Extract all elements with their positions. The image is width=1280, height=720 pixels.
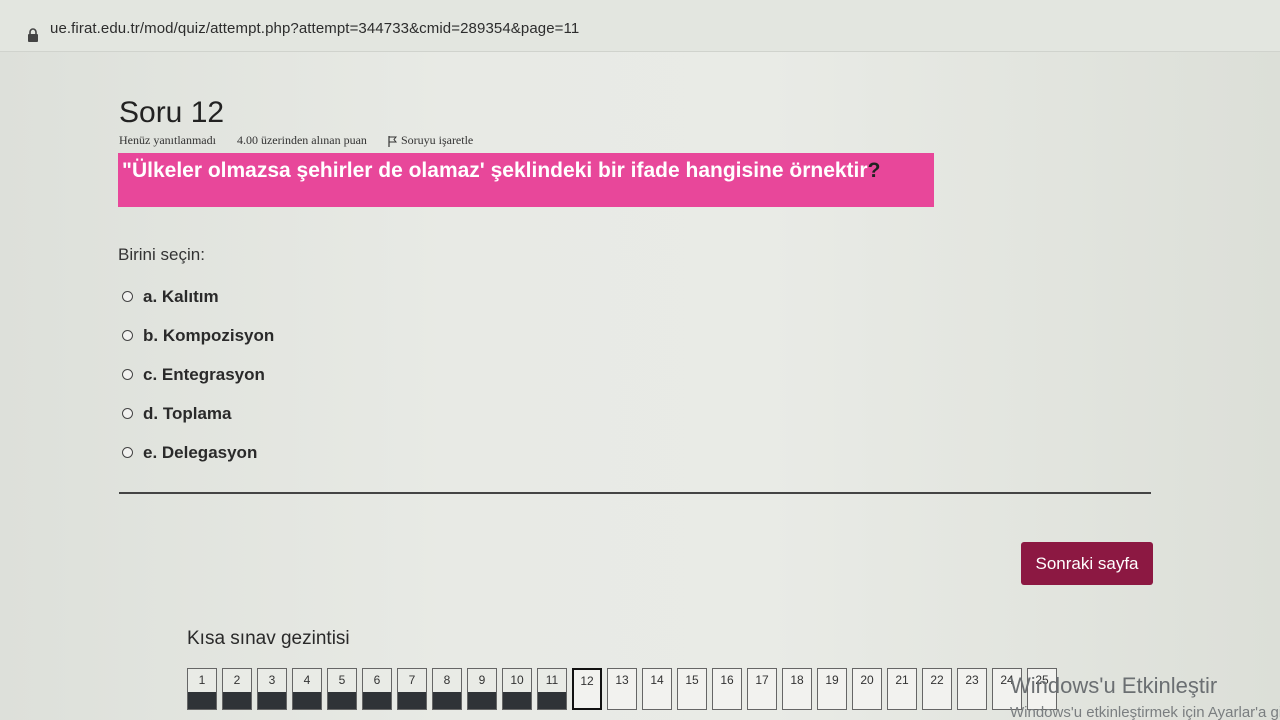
radio-button[interactable]: [122, 330, 133, 341]
quiz-nav-number: 18: [790, 673, 804, 687]
option-label[interactable]: b. Kompozisyon: [143, 326, 274, 346]
quiz-nav-number: 1: [198, 673, 206, 687]
quiz-nav-number: 15: [685, 673, 699, 687]
next-page-button[interactable]: Sonraki sayfa: [1021, 542, 1153, 585]
answered-indicator: [468, 692, 496, 709]
question-text-main: "Ülkeler olmazsa şehirler de olamaz' şek…: [122, 159, 868, 182]
quiz-nav-button[interactable]: 13: [607, 668, 637, 710]
option-b[interactable]: b. Kompozisyon: [122, 316, 274, 355]
radio-button[interactable]: [122, 408, 133, 419]
quiz-nav-number: 5: [338, 673, 346, 687]
quiz-nav-button[interactable]: 20: [852, 668, 882, 710]
option-label[interactable]: d. Toplama: [143, 404, 231, 424]
quiz-nav-button[interactable]: 9: [467, 668, 497, 710]
answered-indicator: [258, 692, 286, 709]
quiz-nav-button[interactable]: 16: [712, 668, 742, 710]
option-e[interactable]: e. Delegasyon: [122, 433, 274, 472]
option-label[interactable]: c. Entegrasyon: [143, 365, 265, 385]
flag-question-label: Soruyu işaretle: [400, 133, 474, 147]
quiz-navigation: 1 2 3 4 5 6 7 8 9 10 11 12 13 14 15 16 17 18 19 20 21 22 23 24 2…: [187, 668, 1062, 710]
quiz-nav-number: 20: [860, 673, 874, 687]
radio-button[interactable]: [122, 291, 133, 302]
windows-activation-subtitle: Windows'u etkinleştirmek için Ayarlar'a …: [1010, 704, 1280, 720]
question-status: Henüz yanıtlanmadı: [119, 133, 216, 147]
answered-indicator: [223, 692, 251, 709]
quiz-nav-number: 6: [373, 673, 381, 687]
radio-button[interactable]: [122, 369, 133, 380]
browser-address-bar[interactable]: ue.firat.edu.tr/mod/quiz/attempt.php?att…: [0, 0, 1280, 52]
question-mark: ?: [867, 159, 881, 182]
quiz-nav-button[interactable]: 4: [292, 668, 322, 710]
answered-indicator: [363, 692, 391, 709]
quiz-nav-button[interactable]: 18: [782, 668, 812, 710]
question-points: 4.00 üzerinden alınan puan: [236, 133, 367, 147]
quiz-nav-number: 23: [965, 673, 979, 687]
quiz-nav-button[interactable]: 11: [537, 668, 567, 710]
quiz-nav-number: 4: [303, 673, 311, 687]
quiz-nav-button[interactable]: 6: [362, 668, 392, 710]
answered-indicator: [293, 692, 321, 709]
quiz-nav-number: 16: [720, 673, 734, 687]
answer-options: a. Kalıtım b. Kompozisyon c. Entegrasyon…: [122, 277, 274, 472]
lock-icon: [28, 28, 38, 42]
answered-indicator: [433, 692, 461, 709]
quiz-nav-number: 10: [510, 673, 524, 687]
windows-activation-watermark: Windows'u Etkinleştir: [1010, 673, 1218, 698]
quiz-nav-number: 12: [580, 674, 594, 688]
answered-indicator: [398, 692, 426, 709]
quiz-nav-number: 7: [408, 673, 416, 687]
url-text[interactable]: ue.firat.edu.tr/mod/quiz/attempt.php?att…: [50, 20, 579, 37]
quiz-nav-button[interactable]: 5: [327, 668, 357, 710]
quiz-nav-button[interactable]: 10: [502, 668, 532, 710]
answered-indicator: [538, 692, 566, 709]
quiz-nav-button[interactable]: 22: [922, 668, 952, 710]
quiz-nav-button[interactable]: 1: [187, 668, 217, 710]
quiz-nav-number: 14: [650, 673, 664, 687]
flag-question-link[interactable]: Soruyu işaretle: [388, 133, 473, 148]
quiz-nav-button[interactable]: 12: [572, 668, 602, 710]
option-label[interactable]: a. Kalıtım: [143, 287, 219, 307]
quiz-nav-button[interactable]: 19: [817, 668, 847, 710]
quiz-nav-button[interactable]: 7: [397, 668, 427, 710]
quiz-nav-button[interactable]: 14: [642, 668, 672, 710]
quiz-nav-button[interactable]: 21: [887, 668, 917, 710]
divider: [119, 492, 1151, 494]
answered-indicator: [328, 692, 356, 709]
quiz-nav-number: 9: [478, 673, 486, 687]
quiz-nav-number: 11: [545, 673, 559, 687]
answered-indicator: [188, 692, 216, 709]
quiz-nav-number: 21: [895, 673, 909, 687]
quiz-nav-number: 22: [930, 673, 944, 687]
question-title: Soru 12: [119, 96, 225, 129]
quiz-nav-button[interactable]: 3: [257, 668, 287, 710]
option-label[interactable]: e. Delegasyon: [143, 443, 257, 463]
quiz-nav-number: 13: [615, 673, 629, 687]
answered-indicator: [503, 692, 531, 709]
quiz-nav-number: 2: [233, 673, 241, 687]
quiz-nav-number: 3: [268, 673, 276, 687]
question-text: "Ülkeler olmazsa şehirler de olamaz' şek…: [118, 153, 934, 207]
radio-button[interactable]: [122, 447, 133, 458]
quiz-nav-button[interactable]: 15: [677, 668, 707, 710]
option-d[interactable]: d. Toplama: [122, 394, 274, 433]
question-info: Henüz yanıtlanmadı 4.00 üzerinden alınan…: [119, 133, 491, 148]
answer-prompt: Birini seçin:: [118, 245, 205, 264]
quiz-nav-button[interactable]: 23: [957, 668, 987, 710]
option-a[interactable]: a. Kalıtım: [122, 277, 274, 316]
quiz-nav-number: 17: [755, 673, 769, 687]
quiz-navigation-title: Kısa sınav gezintisi: [187, 628, 350, 649]
quiz-nav-number: 19: [825, 673, 839, 687]
quiz-nav-number: 8: [443, 673, 451, 687]
option-c[interactable]: c. Entegrasyon: [122, 355, 274, 394]
quiz-nav-button[interactable]: 8: [432, 668, 462, 710]
quiz-nav-button[interactable]: 17: [747, 668, 777, 710]
flag-icon: [388, 135, 397, 147]
quiz-nav-button[interactable]: 2: [222, 668, 252, 710]
